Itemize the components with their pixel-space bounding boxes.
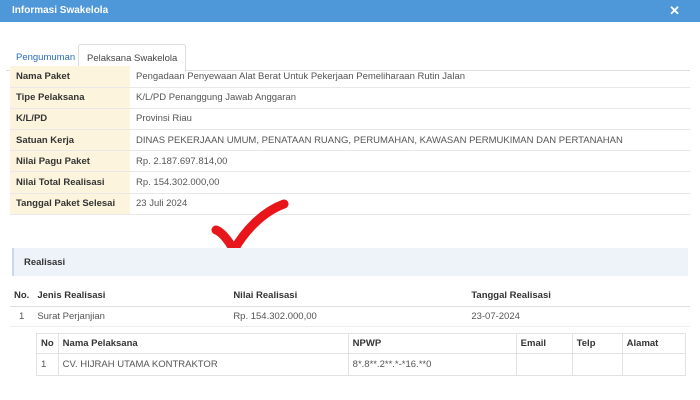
detail-label: Tanggal Paket Selesai bbox=[10, 193, 130, 215]
window-title: Informasi Swakelola bbox=[12, 5, 109, 16]
col-nama-pelaksana: Nama Pelaksana bbox=[57, 333, 349, 354]
table-row: 1 Surat Perjanjian Rp. 154.302.000,00 23… bbox=[10, 306, 690, 327]
window-titlebar: Informasi Swakelola ✕ bbox=[0, 0, 700, 22]
detail-label: Satuan Kerja bbox=[10, 129, 130, 152]
pelaksana-table: No Nama Pelaksana NPWP Email Telp Alamat… bbox=[36, 333, 687, 376]
detail-row: Tipe Pelaksana K/L/PD Penanggung Jawab A… bbox=[10, 87, 690, 109]
cell-npwp: 8*.8**.2**.*-*16.**0 bbox=[347, 353, 517, 376]
table-header-row: No. Jenis Realisasi Nilai Realisasi Tang… bbox=[10, 286, 690, 307]
realisasi-section-header: Realisasi bbox=[12, 248, 688, 276]
package-detail-table: Nama Paket Pengadaan Penyewaan Alat Bera… bbox=[10, 66, 690, 215]
detail-label: Tipe Pelaksana bbox=[10, 87, 130, 109]
col-nilai-realisasi: Nilai Realisasi bbox=[229, 286, 468, 307]
detail-value: DINAS PEKERJAAN UMUM, PENATAAN RUANG, PE… bbox=[130, 129, 690, 152]
realisasi-table: No. Jenis Realisasi Nilai Realisasi Tang… bbox=[10, 286, 690, 327]
col-no: No bbox=[36, 333, 59, 354]
detail-row: K/L/PD Provinsi Riau bbox=[10, 108, 690, 131]
detail-label: K/L/PD bbox=[10, 108, 130, 131]
cell-nilai: Rp. 154.302.000,00 bbox=[229, 306, 468, 327]
detail-row: Nama Paket Pengadaan Penyewaan Alat Bera… bbox=[10, 66, 690, 88]
detail-row: Nilai Pagu Paket Rp. 2.187.697.814,00 bbox=[10, 150, 690, 173]
cell-alamat bbox=[621, 353, 687, 376]
detail-label: Nilai Pagu Paket bbox=[10, 150, 130, 173]
section-title: Realisasi bbox=[24, 257, 66, 268]
detail-value: K/L/PD Penanggung Jawab Anggaran bbox=[130, 87, 690, 109]
cell-telp bbox=[571, 353, 623, 376]
col-tanggal-realisasi: Tanggal Realisasi bbox=[467, 286, 690, 307]
detail-row: Satuan Kerja DINAS PEKERJAAN UMUM, PENAT… bbox=[10, 129, 690, 152]
col-npwp: NPWP bbox=[347, 333, 517, 354]
col-no: No. bbox=[10, 286, 34, 307]
cell-no: 1 bbox=[36, 353, 59, 376]
detail-row: Tanggal Paket Selesai 23 Juli 2024 bbox=[10, 193, 690, 215]
col-email: Email bbox=[515, 333, 573, 354]
table-row: 1 CV. HIJRAH UTAMA KONTRAKTOR 8*.8**.2**… bbox=[36, 353, 687, 376]
cell-nama: CV. HIJRAH UTAMA KONTRAKTOR bbox=[57, 353, 349, 376]
close-icon[interactable]: ✕ bbox=[669, 3, 680, 19]
cell-email bbox=[515, 353, 573, 376]
detail-value: Pengadaan Penyewaan Alat Berat Untuk Pek… bbox=[130, 66, 690, 88]
detail-value: Rp. 154.302.000,00 bbox=[130, 171, 690, 194]
detail-value: Provinsi Riau bbox=[130, 108, 690, 131]
detail-value: Rp. 2.187.697.814,00 bbox=[130, 150, 690, 173]
col-jenis-realisasi: Jenis Realisasi bbox=[33, 286, 230, 307]
cell-jenis: Surat Perjanjian bbox=[33, 306, 230, 327]
detail-label: Nilai Total Realisasi bbox=[10, 171, 130, 194]
col-telp: Telp bbox=[571, 333, 623, 354]
detail-label: Nama Paket bbox=[10, 66, 130, 88]
table-header-row: No Nama Pelaksana NPWP Email Telp Alamat bbox=[36, 333, 687, 354]
cell-no: 1 bbox=[10, 306, 34, 327]
col-alamat: Alamat bbox=[621, 333, 687, 354]
detail-row: Nilai Total Realisasi Rp. 154.302.000,00 bbox=[10, 171, 690, 194]
cell-tanggal: 23-07-2024 bbox=[467, 306, 690, 327]
